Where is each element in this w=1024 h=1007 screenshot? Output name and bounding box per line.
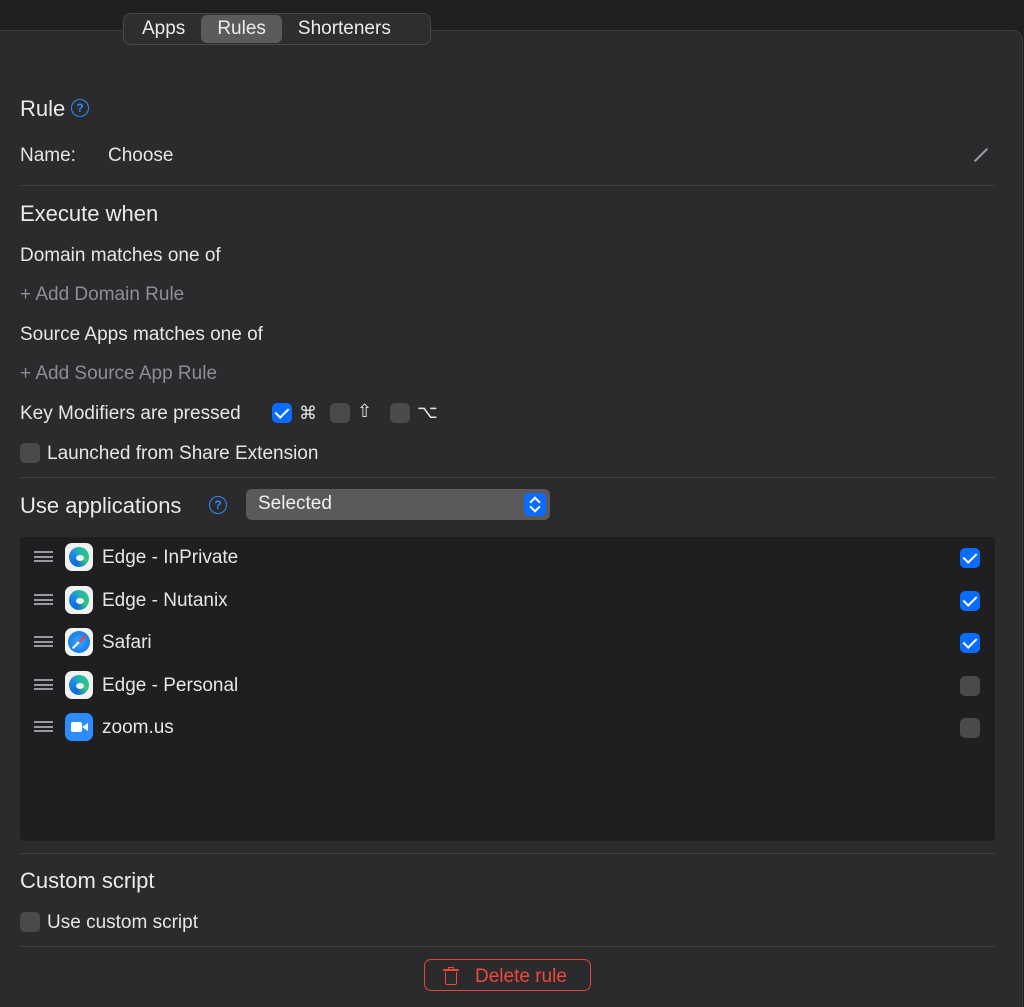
app-name: zoom.us [102, 717, 174, 738]
app-name: Safari [102, 632, 152, 653]
rule-heading: Rule [20, 96, 66, 121]
applications-list: Edge - InPrivate Edge - Nutanix Safari E… [20, 537, 995, 841]
name-field[interactable]: Choose [108, 145, 174, 167]
custom-script-heading: Custom script [20, 868, 155, 893]
tab-rules[interactable]: Rules [201, 15, 282, 43]
tab-apps[interactable]: Apps [126, 15, 201, 43]
application-mode-select[interactable]: Selected [246, 489, 550, 520]
use-custom-script-checkbox[interactable] [20, 912, 40, 932]
safari-icon [65, 628, 93, 656]
add-source-app-rule-button[interactable]: + Add Source App Rule [20, 363, 217, 385]
list-item[interactable]: Edge - Personal [20, 666, 995, 706]
app-enabled-checkbox[interactable] [960, 633, 980, 653]
delete-rule-button[interactable]: Delete rule [424, 959, 591, 991]
drag-handle-icon[interactable] [34, 551, 53, 562]
divider [20, 946, 995, 947]
edge-icon [65, 586, 93, 614]
divider [20, 853, 995, 854]
app-enabled-checkbox[interactable] [960, 676, 980, 696]
use-custom-script-label: Use custom script [47, 912, 198, 933]
shift-checkbox[interactable] [330, 403, 350, 423]
list-item[interactable]: zoom.us [20, 708, 995, 748]
domain-matches-label: Domain matches one of [20, 245, 221, 266]
app-enabled-checkbox[interactable] [960, 718, 980, 738]
edge-icon [65, 543, 93, 571]
share-extension-checkbox[interactable] [20, 443, 40, 463]
app-enabled-checkbox[interactable] [960, 548, 980, 568]
source-apps-label: Source Apps matches one of [20, 324, 263, 345]
execute-when-heading: Execute when [20, 201, 159, 226]
use-applications-help-icon[interactable]: ? [209, 496, 227, 514]
share-extension-label: Launched from Share Extension [47, 443, 319, 464]
shift-key-icon: ⇧ [357, 401, 373, 421]
application-mode-value: Selected [258, 493, 332, 514]
chevron-updown-icon [524, 493, 546, 516]
add-domain-rule-button[interactable]: + Add Domain Rule [20, 284, 184, 306]
drag-handle-icon[interactable] [34, 636, 53, 647]
list-item[interactable]: Edge - InPrivate [20, 538, 995, 578]
option-key-icon: ⌥ [417, 402, 438, 422]
tab-bar: Apps Rules Shorteners [123, 13, 431, 45]
divider [20, 477, 995, 478]
list-item[interactable]: Safari [20, 623, 995, 663]
app-name: Edge - Nutanix [102, 590, 228, 611]
command-key-icon: ⌘ [299, 403, 317, 423]
app-enabled-checkbox[interactable] [960, 591, 980, 611]
command-checkbox[interactable] [272, 403, 292, 423]
rule-help-icon[interactable]: ? [71, 99, 89, 117]
trash-icon [443, 967, 459, 985]
tab-shorteners[interactable]: Shorteners [282, 15, 407, 43]
key-modifiers-label: Key Modifiers are pressed [20, 403, 241, 424]
zoom-icon [65, 713, 93, 741]
drag-handle-icon[interactable] [34, 721, 53, 732]
option-checkbox[interactable] [390, 403, 410, 423]
edge-icon [65, 671, 93, 699]
name-label: Name: [20, 145, 76, 166]
app-name: Edge - InPrivate [102, 547, 239, 568]
delete-rule-label: Delete rule [475, 966, 567, 987]
list-item[interactable]: Edge - Nutanix [20, 581, 995, 621]
drag-handle-icon[interactable] [34, 594, 53, 605]
app-name: Edge - Personal [102, 675, 239, 696]
divider [20, 185, 995, 186]
use-applications-heading: Use applications [20, 493, 182, 518]
drag-handle-icon[interactable] [34, 679, 53, 690]
